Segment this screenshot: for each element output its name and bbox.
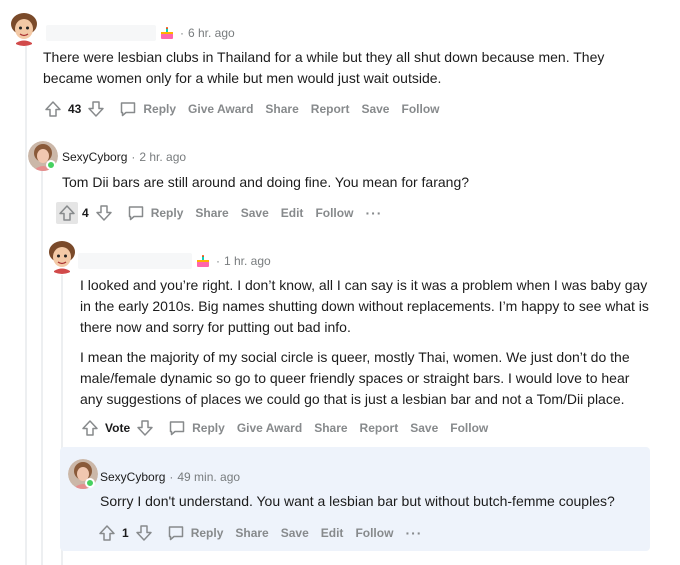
meta-separator: · bbox=[131, 150, 136, 164]
username[interactable]: SexyCyborg bbox=[100, 470, 165, 484]
upvote-arrow-icon[interactable] bbox=[79, 417, 101, 439]
edit-button[interactable]: Edit bbox=[321, 526, 344, 540]
vote-control: 1 bbox=[96, 522, 155, 544]
comment-body: There were lesbian clubs in Thailand for… bbox=[43, 49, 605, 86]
comment-actions: 4 Reply Share Save Edit Follow ··· bbox=[56, 202, 382, 224]
speech-bubble-icon bbox=[128, 206, 143, 221]
redacted-username[interactable] bbox=[46, 25, 156, 41]
vote-control: 43 bbox=[42, 98, 107, 120]
share-button[interactable]: Share bbox=[314, 421, 347, 435]
timestamp[interactable]: 2 hr. ago bbox=[139, 150, 186, 164]
report-button[interactable]: Report bbox=[360, 421, 399, 435]
vote-score: 43 bbox=[68, 102, 82, 116]
more-options-icon[interactable]: ··· bbox=[405, 525, 422, 541]
vote-control: 4 bbox=[56, 202, 115, 224]
timestamp[interactable]: 6 hr. ago bbox=[188, 26, 235, 40]
save-button[interactable]: Save bbox=[241, 206, 269, 220]
comment-meta: SexyCyborg · 2 hr. ago bbox=[62, 150, 186, 164]
follow-button[interactable]: Follow bbox=[450, 421, 488, 435]
meta-separator: · bbox=[180, 26, 184, 40]
save-button[interactable]: Save bbox=[281, 526, 309, 540]
comment-paragraph: I mean the majority of my social circle … bbox=[80, 349, 630, 407]
save-button[interactable]: Save bbox=[361, 102, 389, 116]
share-button[interactable]: Share bbox=[235, 526, 268, 540]
username[interactable]: SexyCyborg bbox=[62, 150, 127, 164]
vote-score: Vote bbox=[105, 421, 131, 435]
upvote-arrow-icon[interactable] bbox=[42, 98, 64, 120]
comment-actions: 1 Reply Share Save Edit Follow ··· bbox=[96, 522, 422, 544]
comment-actions: Vote Reply Give Award Share Report Save … bbox=[79, 417, 488, 439]
reply-label: Reply bbox=[192, 421, 225, 435]
reply-button[interactable]: Reply bbox=[119, 100, 176, 118]
give-award-button[interactable]: Give Award bbox=[237, 421, 302, 435]
share-button[interactable]: Share bbox=[265, 102, 298, 116]
timestamp[interactable]: 49 min. ago bbox=[177, 470, 240, 484]
follow-button[interactable]: Follow bbox=[315, 206, 353, 220]
downvote-arrow-icon[interactable] bbox=[93, 202, 115, 224]
upvote-arrow-icon[interactable] bbox=[56, 202, 78, 224]
speech-bubble-icon bbox=[121, 102, 136, 117]
speech-bubble-icon bbox=[168, 526, 183, 541]
follow-button[interactable]: Follow bbox=[355, 526, 393, 540]
downvote-arrow-icon[interactable] bbox=[134, 417, 156, 439]
comment-meta: · 6 hr. ago bbox=[46, 25, 235, 41]
follow-button[interactable]: Follow bbox=[401, 102, 439, 116]
reply-label: Reply bbox=[150, 206, 184, 220]
save-button[interactable]: Save bbox=[410, 421, 438, 435]
cake-day-icon bbox=[160, 26, 174, 40]
meta-separator: · bbox=[216, 254, 220, 268]
user-avatar[interactable] bbox=[6, 10, 42, 46]
reply-label: Reply bbox=[190, 526, 224, 540]
thread-line[interactable] bbox=[41, 170, 43, 565]
user-avatar[interactable] bbox=[44, 238, 80, 274]
thread-line[interactable] bbox=[25, 40, 27, 565]
edit-button[interactable]: Edit bbox=[281, 206, 304, 220]
reply-button[interactable]: Reply bbox=[168, 419, 225, 437]
comment-body: I looked and you’re right. I don’t know,… bbox=[80, 275, 655, 410]
meta-separator: · bbox=[169, 470, 174, 484]
give-award-button[interactable]: Give Award bbox=[188, 102, 253, 116]
online-status-icon bbox=[46, 160, 56, 170]
comment-paragraph: I looked and you’re right. I don’t know,… bbox=[80, 277, 649, 335]
reply-button[interactable]: Reply bbox=[127, 204, 184, 222]
vote-control: Vote bbox=[79, 417, 156, 439]
more-options-icon[interactable]: ··· bbox=[365, 205, 382, 221]
upvote-arrow-icon[interactable] bbox=[96, 522, 118, 544]
report-button[interactable]: Report bbox=[311, 102, 350, 116]
comment-meta: SexyCyborg · 49 min. ago bbox=[100, 470, 240, 484]
reply-label: Reply bbox=[143, 102, 177, 116]
comment-meta: · 1 hr. ago bbox=[78, 253, 271, 269]
comment-body: Tom Dii bars are still around and doing … bbox=[62, 174, 470, 190]
share-button[interactable]: Share bbox=[195, 206, 228, 220]
downvote-arrow-icon[interactable] bbox=[85, 98, 107, 120]
vote-score: 4 bbox=[82, 206, 89, 220]
cake-day-icon bbox=[196, 254, 210, 268]
speech-bubble-icon bbox=[169, 421, 185, 436]
vote-score: 1 bbox=[122, 526, 129, 540]
timestamp[interactable]: 1 hr. ago bbox=[224, 254, 271, 268]
comment-actions: 43 Reply Give Award Share Report Save Fo… bbox=[42, 98, 439, 120]
redacted-username[interactable] bbox=[78, 253, 192, 269]
downvote-arrow-icon[interactable] bbox=[133, 522, 155, 544]
comment-body: Sorry I don't understand. You want a les… bbox=[100, 493, 615, 509]
reply-button[interactable]: Reply bbox=[167, 524, 224, 542]
online-status-icon bbox=[85, 478, 95, 488]
